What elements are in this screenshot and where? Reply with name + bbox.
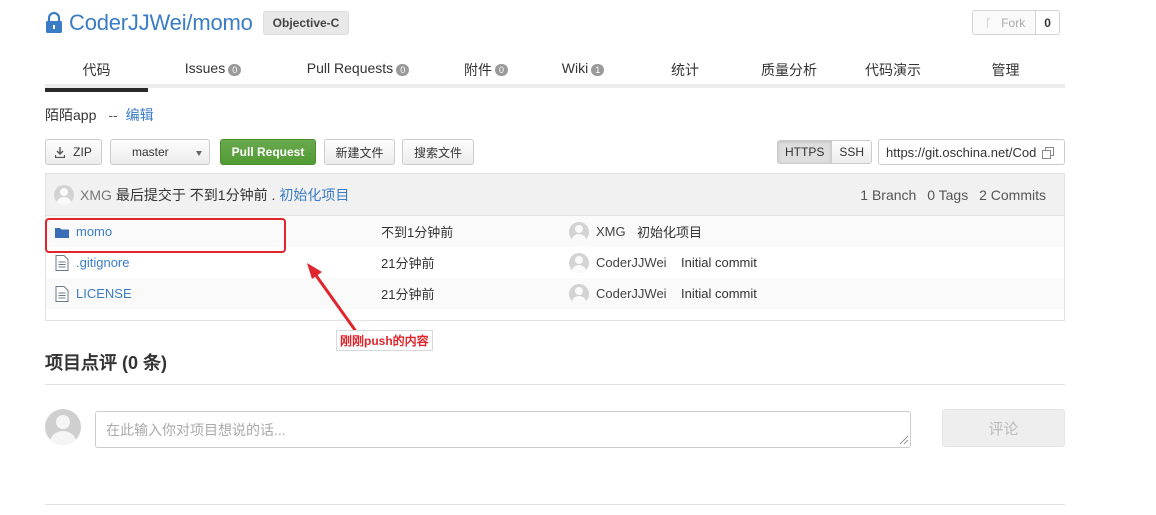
highlight-box bbox=[45, 218, 286, 253]
file-commit-message[interactable]: 初始化项目 bbox=[637, 222, 702, 241]
branch-name: master bbox=[132, 145, 169, 159]
avatar bbox=[569, 222, 589, 242]
file-name[interactable]: .gitignore bbox=[76, 255, 129, 270]
language-badge: Objective-C bbox=[262, 11, 350, 35]
avatar bbox=[45, 409, 81, 445]
file-time: 21分钟前 bbox=[381, 287, 435, 302]
repo-tabs: 代码 Issues 0 Pull Requests 0 附件 0 Wiki 1 … bbox=[45, 56, 1065, 92]
arrow-icon bbox=[307, 263, 357, 332]
tab-quality[interactable]: 质量分析 bbox=[738, 56, 840, 88]
https-button[interactable]: HTTPS bbox=[778, 141, 832, 163]
chevron-down-icon bbox=[196, 151, 202, 156]
tab-pull-requests[interactable]: Pull Requests 0 bbox=[278, 56, 438, 88]
resize-grip-icon[interactable] bbox=[898, 434, 909, 445]
clone-url-text: https://git.oschina.net/CoderJJWei/momo.… bbox=[886, 144, 1036, 160]
fork-group: ᚴ Fork 0 bbox=[972, 10, 1060, 35]
file-author[interactable]: XMG bbox=[596, 224, 626, 239]
tab-label: Pull Requests bbox=[306, 60, 394, 76]
file-commit-message[interactable]: Initial commit bbox=[681, 255, 757, 270]
lock-icon bbox=[46, 12, 62, 33]
tab-label: Issues bbox=[184, 60, 226, 76]
commit-author[interactable]: XMG bbox=[80, 187, 112, 203]
file-time: 21分钟前 bbox=[381, 256, 435, 271]
tab-code[interactable]: 代码 bbox=[45, 56, 148, 92]
clone-url-field[interactable]: https://git.oschina.net/CoderJJWei/momo.… bbox=[878, 139, 1065, 165]
description-text: 陌陌app bbox=[45, 107, 97, 123]
ssh-button[interactable]: SSH bbox=[831, 141, 872, 163]
file-name[interactable]: LICENSE bbox=[76, 286, 132, 301]
fork-label: Fork bbox=[1001, 15, 1026, 30]
submit-comment-button[interactable]: 评论 bbox=[942, 409, 1065, 447]
tab-admin[interactable]: 管理 bbox=[946, 56, 1065, 88]
repo-title[interactable]: CoderJJWei/momo bbox=[69, 10, 253, 36]
annotation-callout: 刚刚push的内容 bbox=[336, 330, 433, 351]
commit-message-link[interactable]: 初始化项目 bbox=[279, 185, 349, 205]
tab-label: Wiki bbox=[561, 60, 589, 76]
fork-button[interactable]: ᚴ Fork bbox=[973, 11, 1037, 34]
download-zip-button[interactable]: ZIP bbox=[45, 139, 102, 165]
avatar bbox=[569, 253, 589, 273]
comment-input[interactable] bbox=[95, 411, 911, 448]
tab-label: 质量分析 bbox=[761, 62, 817, 78]
tab-count-badge: 0 bbox=[494, 64, 508, 76]
download-icon bbox=[55, 146, 66, 158]
new-file-button[interactable]: 新建文件 bbox=[324, 139, 395, 165]
branch-select[interactable]: master bbox=[110, 139, 210, 165]
avatar bbox=[569, 284, 589, 304]
file-icon bbox=[55, 286, 69, 302]
pull-request-button[interactable]: Pull Request bbox=[220, 139, 316, 165]
file-author[interactable]: CoderJJWei bbox=[596, 255, 667, 270]
protocol-toggle: HTTPS SSH bbox=[777, 140, 873, 164]
tag-count[interactable]: 0 Tags bbox=[927, 187, 968, 203]
commit-count[interactable]: 2 Commits bbox=[979, 187, 1046, 203]
repo-header: CoderJJWei/momo Objective-C bbox=[45, 8, 350, 38]
zip-label: ZIP bbox=[73, 145, 92, 159]
tab-count-badge: 0 bbox=[396, 64, 410, 76]
tab-label: 管理 bbox=[991, 62, 1020, 78]
commit-meta: 最后提交于 不到1分钟前 . bbox=[115, 186, 276, 203]
fork-icon: ᚴ bbox=[985, 15, 993, 30]
tab-count-badge: 0 bbox=[228, 64, 242, 76]
file-row-license[interactable]: LICENSE 21分钟前 CoderJJWei Initial commit bbox=[46, 278, 1064, 309]
fork-count[interactable]: 0 bbox=[1036, 11, 1059, 34]
edit-description-link[interactable]: 编辑 bbox=[126, 107, 154, 123]
repo-stats: 1 Branch 0 Tags 2 Commits bbox=[853, 187, 1046, 203]
file-icon bbox=[55, 255, 69, 271]
tab-label: 代码 bbox=[82, 62, 111, 78]
tab-demo[interactable]: 代码演示 bbox=[840, 56, 946, 88]
file-author[interactable]: CoderJJWei bbox=[596, 286, 667, 301]
divider bbox=[45, 504, 1065, 505]
tab-label: 附件 bbox=[463, 62, 492, 78]
description-separator: -- bbox=[108, 107, 118, 123]
tab-label: 代码演示 bbox=[865, 62, 921, 78]
tab-wiki[interactable]: Wiki 1 bbox=[534, 56, 632, 88]
review-section-title: 项目点评 (0 条) bbox=[45, 353, 168, 373]
repo-description: 陌陌app -- 编辑 bbox=[45, 105, 154, 125]
branch-count[interactable]: 1 Branch bbox=[860, 187, 916, 203]
tab-issues[interactable]: Issues 0 bbox=[148, 56, 278, 88]
search-file-button[interactable]: 搜索文件 bbox=[402, 139, 474, 165]
tab-stats[interactable]: 统计 bbox=[632, 56, 738, 88]
tab-count-badge: 1 bbox=[591, 64, 605, 76]
latest-commit-bar: XMG 最后提交于 不到1分钟前 . 初始化项目 1 Branch 0 Tags… bbox=[46, 174, 1064, 216]
avatar bbox=[54, 184, 74, 205]
tab-label: 统计 bbox=[671, 62, 699, 78]
tab-attachments[interactable]: 附件 0 bbox=[438, 56, 534, 88]
file-commit-message[interactable]: Initial commit bbox=[681, 286, 757, 301]
copy-icon[interactable] bbox=[1042, 147, 1054, 159]
divider bbox=[45, 384, 1065, 385]
file-time: 不到1分钟前 bbox=[381, 225, 454, 240]
